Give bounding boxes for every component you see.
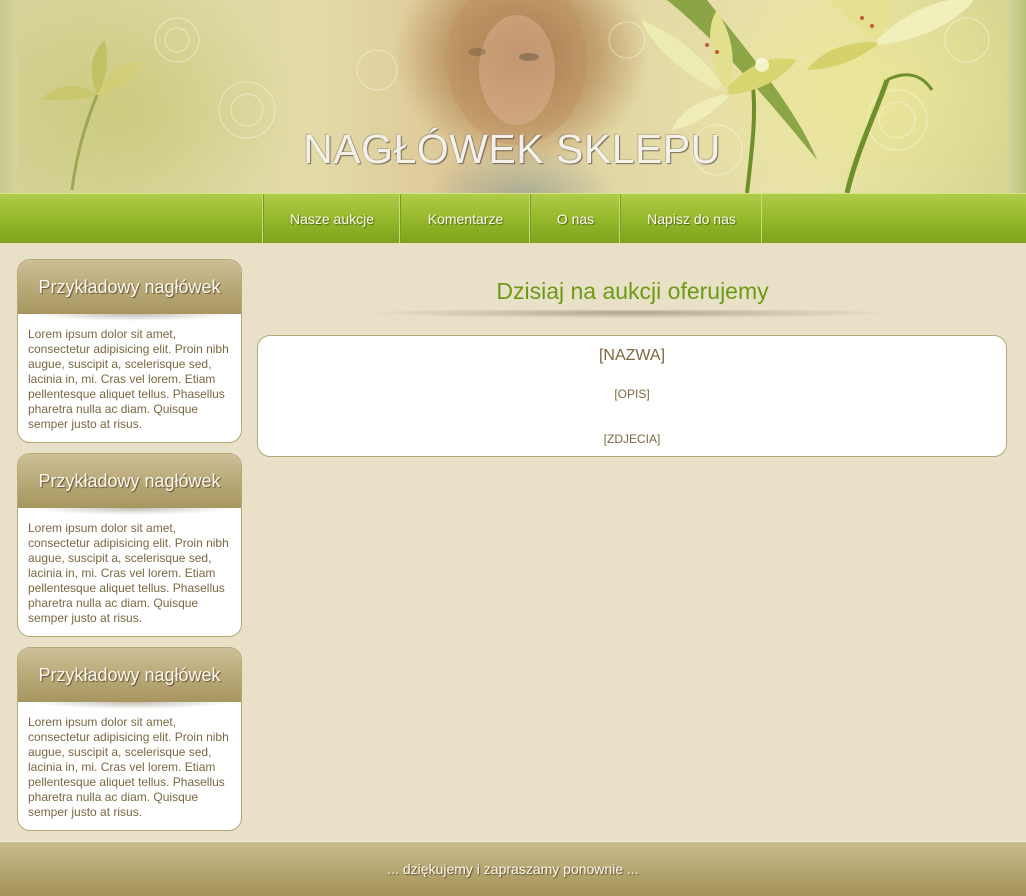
- sidebar-box-title: Przykładowy nagłówek: [18, 260, 241, 314]
- divider: [32, 314, 233, 321]
- shop-title: NAGŁÓWEK SKLEPU: [303, 126, 721, 172]
- nav-item-contact[interactable]: Napisz do nas: [619, 194, 762, 243]
- auction-photos: [ZDJECIA]: [603, 432, 661, 446]
- sidebar-box: Przykładowy nagłówek Lorem ipsum dolor s…: [17, 453, 242, 637]
- sidebar-box-title: Przykładowy nagłówek: [18, 454, 241, 508]
- sidebar-box-text: Lorem ipsum dolor sit amet, consectetur …: [28, 521, 229, 625]
- main-navigation: Nasze aukcje Komentarze O nas Napisz do …: [0, 193, 1026, 243]
- sidebar-box: Przykładowy nagłówek Lorem ipsum dolor s…: [17, 259, 242, 443]
- sidebar-box-text: Lorem ipsum dolor sit amet, consectetur …: [28, 715, 229, 819]
- header-banner: NAGŁÓWEK SKLEPU: [0, 0, 1026, 193]
- nav-item-comments[interactable]: Komentarze: [399, 194, 529, 243]
- auction-name: [NAZWA]: [598, 347, 666, 364]
- divider: [32, 702, 233, 709]
- sidebar-box: Przykładowy nagłówek Lorem ipsum dolor s…: [17, 647, 242, 831]
- title-divider: [365, 310, 895, 320]
- sidebar: Przykładowy nagłówek Lorem ipsum dolor s…: [17, 259, 242, 841]
- footer-text: ... dziękujemy i zapraszamy ponownie ...: [387, 861, 639, 877]
- sidebar-box-title: Przykładowy nagłówek: [18, 648, 241, 702]
- nav-item-auctions[interactable]: Nasze aukcje: [262, 194, 399, 243]
- footer: ... dziękujemy i zapraszamy ponownie ...: [0, 841, 1026, 896]
- auction-description: [OPIS]: [614, 387, 650, 401]
- banner-image: NAGŁÓWEK SKLEPU: [17, 0, 1007, 193]
- sidebar-box-text: Lorem ipsum dolor sit amet, consectetur …: [28, 327, 229, 431]
- nav-item-about[interactable]: O nas: [529, 194, 619, 243]
- auction-panel: [NAZWA] [OPIS] [ZDJECIA]: [257, 335, 1007, 457]
- page-title: Dzisiaj na aukcji oferujemy: [496, 278, 769, 304]
- divider: [32, 508, 233, 515]
